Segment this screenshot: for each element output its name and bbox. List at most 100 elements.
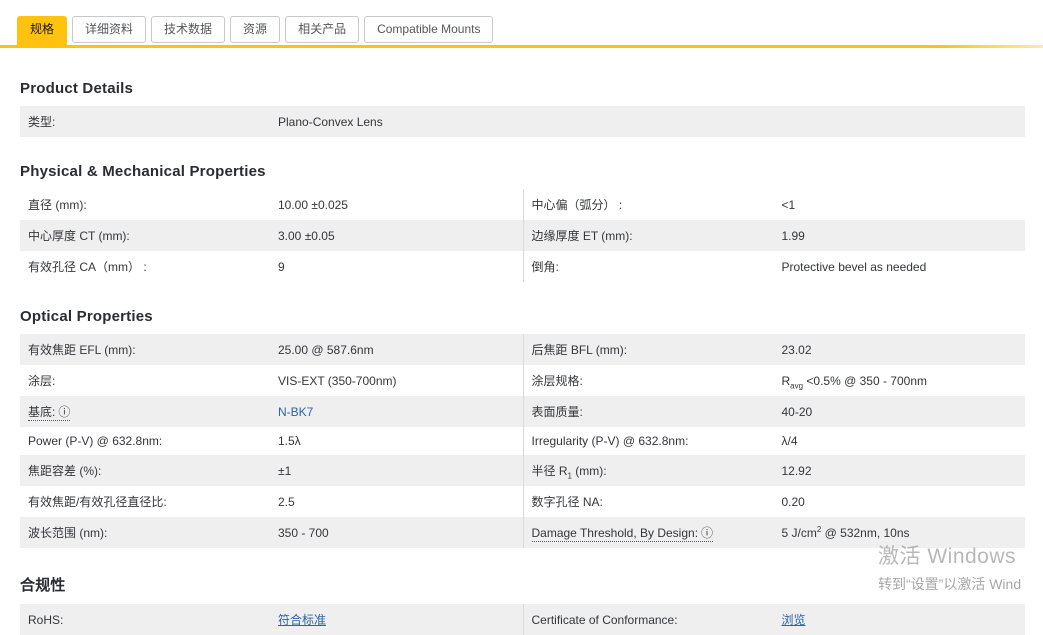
spec-table: 类型: Plano-Convex Lens xyxy=(20,106,1025,137)
info-icon[interactable]: ⓘ xyxy=(58,405,70,419)
spec-sections: Product Details 类型: Plano-Convex Lens Physi… xyxy=(20,80,1025,635)
spec-value-link[interactable]: 浏览 xyxy=(782,613,806,627)
spec-value: 浏览 xyxy=(782,611,806,628)
spec-value: 1.5λ xyxy=(278,434,301,448)
spec-value: 12.92 xyxy=(782,464,812,478)
tab-details[interactable]: 详细资料 xyxy=(72,16,146,43)
spec-label-text: 波长范围 (nm): xyxy=(28,526,107,540)
spec-cell: 涂层规格: Ravg <0.5% @ 350 - 700nm xyxy=(523,365,1026,396)
spec-row: 涂层:VIS-EXT (350-700nm) 涂层规格: Ravg <0.5% @ … xyxy=(20,365,1025,396)
section-optical-properties: Optical Properties 有效焦距 EFL (mm): 25.00 @ … xyxy=(20,308,1025,548)
spec-row: 焦距容差 (%): ±1 半径 R1 (mm):12.92 xyxy=(20,455,1025,486)
spec-row: 有效焦距 EFL (mm): 25.00 @ 587.6nm 后焦距 BFL (mm… xyxy=(20,334,1025,365)
spec-label-text: Irregularity (P-V) @ 632.8nm: xyxy=(532,434,689,448)
spec-value: ±1 xyxy=(278,464,291,478)
spec-table: 有效焦距 EFL (mm): 25.00 @ 587.6nm 后焦距 BFL (mm… xyxy=(20,334,1025,548)
spec-cell: 类型: Plano-Convex Lens xyxy=(20,106,1025,137)
spec-row: 有效焦距/有效孔径直径比: 2.5 数字孔径 NA:0.20 xyxy=(20,486,1025,517)
spec-label-text: Certificate of Conformance: xyxy=(532,613,678,627)
spec-cell: 有效焦距 EFL (mm): 25.00 @ 587.6nm xyxy=(20,334,523,365)
spec-value: Ravg <0.5% @ 350 - 700nm xyxy=(782,374,928,388)
spec-value: Plano-Convex Lens xyxy=(278,115,383,129)
tab-compatible-mounts[interactable]: Compatible Mounts xyxy=(364,16,493,43)
spec-cell: 中心厚度 CT (mm): 3.00 ±0.05 xyxy=(20,220,523,251)
spec-value: 25.00 @ 587.6nm xyxy=(278,343,374,357)
spec-value: 3.00 ±0.05 xyxy=(278,229,335,243)
spec-label: Certificate of Conformance: xyxy=(532,613,782,627)
spec-cell: Damage Threshold, By Design:ⓘ 5 J/cm2 @ 5… xyxy=(523,517,1026,548)
tab-related-products[interactable]: 相关产品 xyxy=(285,16,359,43)
spec-cell: 有效孔径 CA（mm） :9 xyxy=(20,251,523,282)
spec-cell: 边缘厚度 ET (mm): 1.99 xyxy=(523,220,1026,251)
spec-row: RoHS: 符合标准 Certificate of Conformance: 浏览 xyxy=(20,604,1025,635)
spec-table: 直径 (mm):10.00 ±0.025 中心偏（弧分） : <1 中心厚度 CT (… xyxy=(20,189,1025,282)
spec-label-text: 倒角: xyxy=(532,260,559,274)
spec-cell: Certificate of Conformance: 浏览 xyxy=(523,604,1026,635)
spec-label: 数字孔径 NA: xyxy=(532,493,782,510)
spec-value: λ/4 xyxy=(782,434,798,448)
spec-row: 类型: Plano-Convex Lens xyxy=(20,106,1025,137)
spec-row: 基底:ⓘN-BK7表面质量:40-20 xyxy=(20,396,1025,427)
spec-label: RoHS: xyxy=(28,613,278,627)
spec-value: 1.99 xyxy=(782,229,805,243)
info-icon[interactable]: ⓘ xyxy=(701,526,713,540)
spec-label-text: 直径 (mm): xyxy=(28,198,87,212)
spec-cell: 倒角: Protective bevel as needed xyxy=(523,251,1026,282)
section-compliance: 合规性 RoHS: 符合标准 Certificate of Conformance: 浏… xyxy=(20,574,1025,635)
spec-label-text: 后焦距 BFL (mm): xyxy=(532,343,628,357)
spec-cell: 半径 R1 (mm):12.92 xyxy=(523,455,1026,486)
spec-cell: 涂层:VIS-EXT (350-700nm) xyxy=(20,365,523,396)
tab-tech-data[interactable]: 技术数据 xyxy=(151,16,225,43)
spec-label-text[interactable]: Damage Threshold, By Design:ⓘ xyxy=(532,526,714,542)
spec-label-text: 中心偏（弧分） : xyxy=(532,198,623,212)
spec-cell: 有效焦距/有效孔径直径比: 2.5 xyxy=(20,486,523,517)
spec-label: 边缘厚度 ET (mm): xyxy=(532,227,782,244)
spec-label: 涂层规格: xyxy=(532,372,782,389)
spec-label: 基底:ⓘ xyxy=(28,403,278,420)
accent-underline xyxy=(0,45,1043,48)
spec-label-text[interactable]: 基底:ⓘ xyxy=(28,405,70,421)
spec-label-text: 中心厚度 CT (mm): xyxy=(28,229,130,243)
spec-cell: 波长范围 (nm): 350 - 700 xyxy=(20,517,523,548)
section-product-details: Product Details 类型: Plano-Convex Lens xyxy=(20,80,1025,137)
spec-row: 直径 (mm):10.00 ±0.025 中心偏（弧分） : <1 xyxy=(20,189,1025,220)
spec-label: Irregularity (P-V) @ 632.8nm: xyxy=(532,434,782,448)
spec-label: Damage Threshold, By Design:ⓘ xyxy=(532,524,782,541)
spec-label-text: Power (P-V) @ 632.8nm: xyxy=(28,434,162,448)
spec-label-text: 涂层规格: xyxy=(532,374,583,388)
section-physical-mechanical-properties: Physical & Mechanical Properties直径 (mm):… xyxy=(20,163,1025,282)
spec-cell: 数字孔径 NA:0.20 xyxy=(523,486,1026,517)
spec-label-text: 有效焦距 EFL (mm): xyxy=(28,343,136,357)
section-title-compliance: 合规性 xyxy=(20,574,1025,595)
spec-label: 类型: xyxy=(28,113,278,130)
spec-value: 2.5 xyxy=(278,495,295,509)
spec-value: 符合标准 xyxy=(278,611,326,628)
spec-label-text: 表面质量: xyxy=(532,405,583,419)
section-title-product-details: Product Details xyxy=(20,80,1025,97)
spec-label: 有效焦距/有效孔径直径比: xyxy=(28,493,278,510)
spec-label: 中心偏（弧分） : xyxy=(532,196,782,213)
spec-label-text: 类型: xyxy=(28,115,55,129)
spec-label-text: 有效焦距/有效孔径直径比: xyxy=(28,495,167,509)
tab-resources[interactable]: 资源 xyxy=(230,16,280,43)
tab-specifications[interactable]: 规格 xyxy=(17,16,67,45)
section-title-optical-properties: Optical Properties xyxy=(20,308,1025,325)
spec-label: 中心厚度 CT (mm): xyxy=(28,227,278,244)
spec-label-text: 焦距容差 (%): xyxy=(28,464,101,478)
tab-bar: 规格详细资料技术数据资源相关产品Compatible Mounts xyxy=(0,0,1043,45)
spec-cell: 直径 (mm):10.00 ±0.025 xyxy=(20,189,523,220)
spec-label: 表面质量: xyxy=(532,403,782,420)
spec-value: <1 xyxy=(782,198,796,212)
spec-cell: Irregularity (P-V) @ 632.8nm: λ/4 xyxy=(523,427,1026,455)
spec-row: 波长范围 (nm): 350 - 700 Damage Threshold, By … xyxy=(20,517,1025,548)
spec-value-link[interactable]: 符合标准 xyxy=(278,613,326,627)
spec-label-text: 数字孔径 NA: xyxy=(532,495,603,509)
spec-value: Protective bevel as needed xyxy=(782,260,927,274)
spec-label-text: RoHS: xyxy=(28,613,63,627)
spec-label-text: 边缘厚度 ET (mm): xyxy=(532,229,633,243)
spec-value: 350 - 700 xyxy=(278,526,329,540)
spec-row: 有效孔径 CA（mm） :9 倒角: Protective bevel as nee… xyxy=(20,251,1025,282)
spec-value-link[interactable]: N-BK7 xyxy=(278,405,313,419)
spec-cell: RoHS: 符合标准 xyxy=(20,604,523,635)
spec-value: 5 J/cm2 @ 532nm, 10ns xyxy=(782,526,910,540)
